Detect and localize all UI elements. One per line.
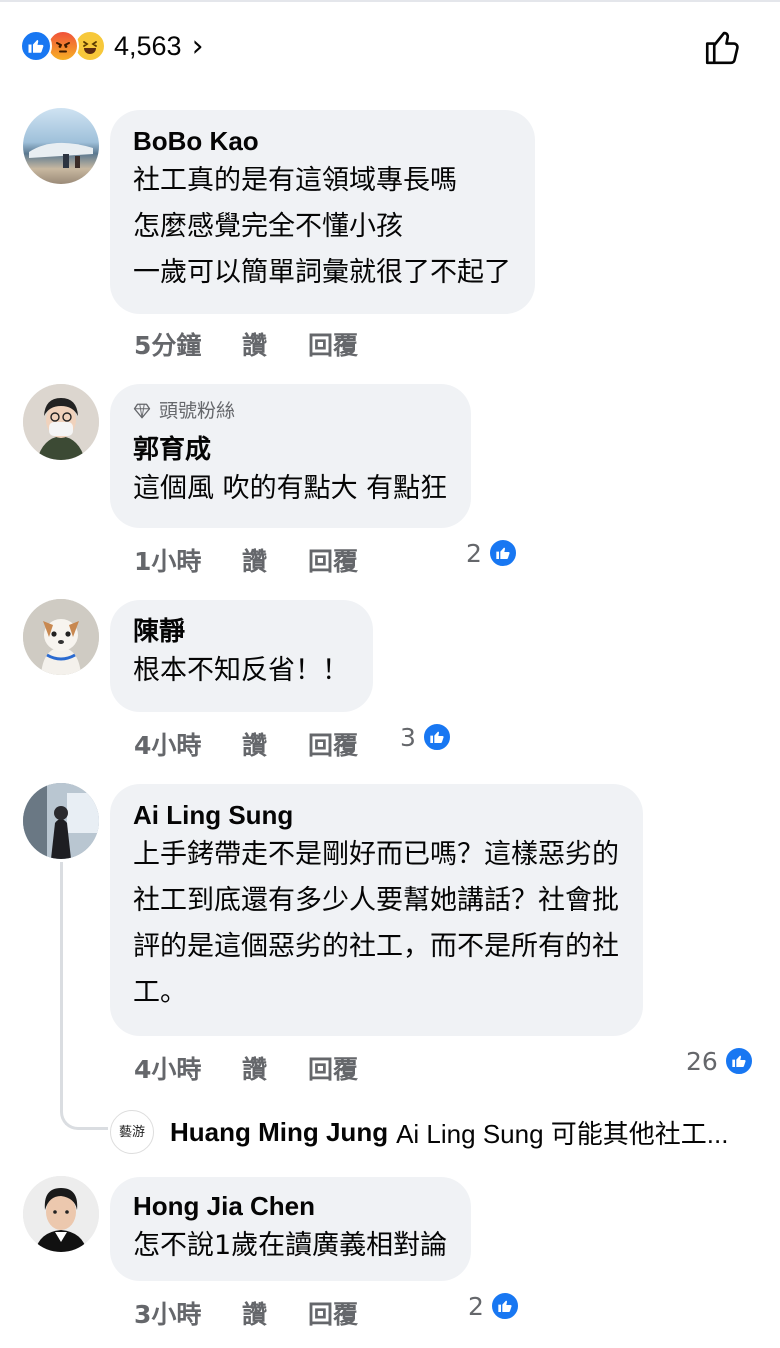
reaction-count: 3 [400, 722, 416, 752]
comment-author[interactable]: 郭育成 [133, 432, 447, 466]
comment-author[interactable]: 陳靜 [133, 614, 349, 648]
comment-time[interactable]: 3小時 [134, 1295, 242, 1331]
comment-reactions[interactable]: 26 [686, 1046, 754, 1076]
reply-avatar[interactable]: 藝游 [110, 1110, 154, 1154]
top-divider [0, 0, 780, 2]
comment-text: 怎不說1歲在讀廣義相對論 [133, 1230, 448, 1261]
avatar[interactable] [23, 384, 99, 460]
comment-time[interactable]: 4小時 [134, 726, 242, 762]
comment-bubble: 陳靜 根本不知反省！！ [110, 600, 373, 712]
avatar[interactable] [23, 108, 99, 184]
diamond-icon [133, 403, 151, 419]
comment-time[interactable]: 1小時 [134, 542, 242, 578]
like-icon [723, 1046, 754, 1076]
comment-text: 一歲可以簡單詞彙就很了不起了 [133, 257, 511, 288]
avatar[interactable] [23, 599, 99, 675]
like-link[interactable]: 讚 [242, 1050, 308, 1086]
comment-text: 評的是這個惡劣的社工，而不是所有的社 [133, 931, 619, 962]
like-icon [20, 30, 52, 62]
comment-meta: 1小時 讚 回覆 [134, 542, 398, 578]
comment-author[interactable]: Ai Ling Sung [133, 798, 619, 832]
comment-bubble: BoBo Kao 社工真的是有這領域專長嗎 怎麼感覺完全不懂小孩 一歲可以簡單詞… [110, 110, 535, 314]
comment-bubble: Ai Ling Sung 上手銬帶走不是剛好而已嗎？這樣惡劣的 社工到底還有多少… [110, 784, 643, 1036]
like-icon [487, 538, 518, 568]
comment-text: 這個風 吹的有點大 有點狂 [133, 473, 448, 504]
like-link[interactable]: 讚 [242, 326, 308, 362]
comment-text: 社工真的是有這領域專長嗎 [133, 165, 457, 196]
comment-bubble: 頭號粉絲 郭育成 這個風 吹的有點大 有點狂 [110, 384, 472, 528]
comment-text: 上手銬帶走不是剛好而已嗎？這樣惡劣的 [133, 839, 619, 870]
like-icon [489, 1291, 520, 1321]
like-icon [421, 722, 452, 752]
reply-author[interactable]: Huang Ming Jung [170, 1117, 388, 1148]
reply-link[interactable]: 回覆 [308, 542, 398, 578]
comment-meta: 4小時 讚 回覆 [134, 726, 398, 762]
like-link[interactable]: 讚 [242, 726, 308, 762]
comment-bubble: Hong Jia Chen 怎不說1歲在讀廣義相對論 [110, 1177, 472, 1281]
thumbs-up-outline-icon[interactable] [702, 26, 744, 68]
comment-text: 怎麼感覺完全不懂小孩 [133, 211, 403, 242]
comment-text: 工。 [133, 977, 187, 1008]
like-link[interactable]: 讚 [242, 542, 308, 578]
comment-text: 根本不知反省！！ [133, 655, 349, 686]
reaction-count: 4,563 [114, 30, 182, 61]
comment-time[interactable]: 5分鐘 [134, 326, 242, 362]
badge-label: 頭號粉絲 [159, 400, 236, 422]
comment-author[interactable]: BoBo Kao [133, 124, 511, 158]
chevron-right-icon: › [191, 28, 204, 64]
reply-link[interactable]: 回覆 [308, 1050, 398, 1086]
reaction-count: 2 [466, 538, 482, 568]
reaction-count: 2 [468, 1291, 484, 1321]
reply-link[interactable]: 回覆 [308, 1295, 398, 1331]
like-link[interactable]: 讚 [242, 1295, 308, 1331]
comment-meta: 4小時 讚 回覆 [134, 1050, 398, 1086]
reaction-count: 26 [686, 1046, 718, 1076]
comment-author[interactable]: Hong Jia Chen [133, 1189, 447, 1223]
comment-reactions[interactable]: 2 [468, 1291, 520, 1321]
reply-link[interactable]: 回覆 [308, 326, 398, 362]
top-fan-badge: 頭號粉絲 [133, 398, 447, 424]
comment-meta: 5分鐘 讚 回覆 [134, 326, 398, 362]
comment-time[interactable]: 4小時 [134, 1050, 242, 1086]
comment-text: 社工到底還有多少人要幫她講話？社會批 [133, 885, 619, 916]
avatar[interactable] [23, 1176, 99, 1252]
comment-reactions[interactable]: 3 [400, 722, 452, 752]
comment-reactions[interactable]: 2 [466, 538, 518, 568]
reply-snippet: Ai Ling Sung 可能其他社工... [396, 1118, 729, 1149]
avatar[interactable] [23, 783, 99, 859]
reactions-summary[interactable]: 4,563 › [20, 28, 204, 64]
comment-meta: 3小時 讚 回覆 [134, 1295, 398, 1331]
reply-preview[interactable]: 藝游 Huang Ming Jung Ai Ling Sung 可能其他社工..… [110, 1110, 728, 1154]
reply-thread-line [60, 862, 108, 1130]
reply-link[interactable]: 回覆 [308, 726, 398, 762]
